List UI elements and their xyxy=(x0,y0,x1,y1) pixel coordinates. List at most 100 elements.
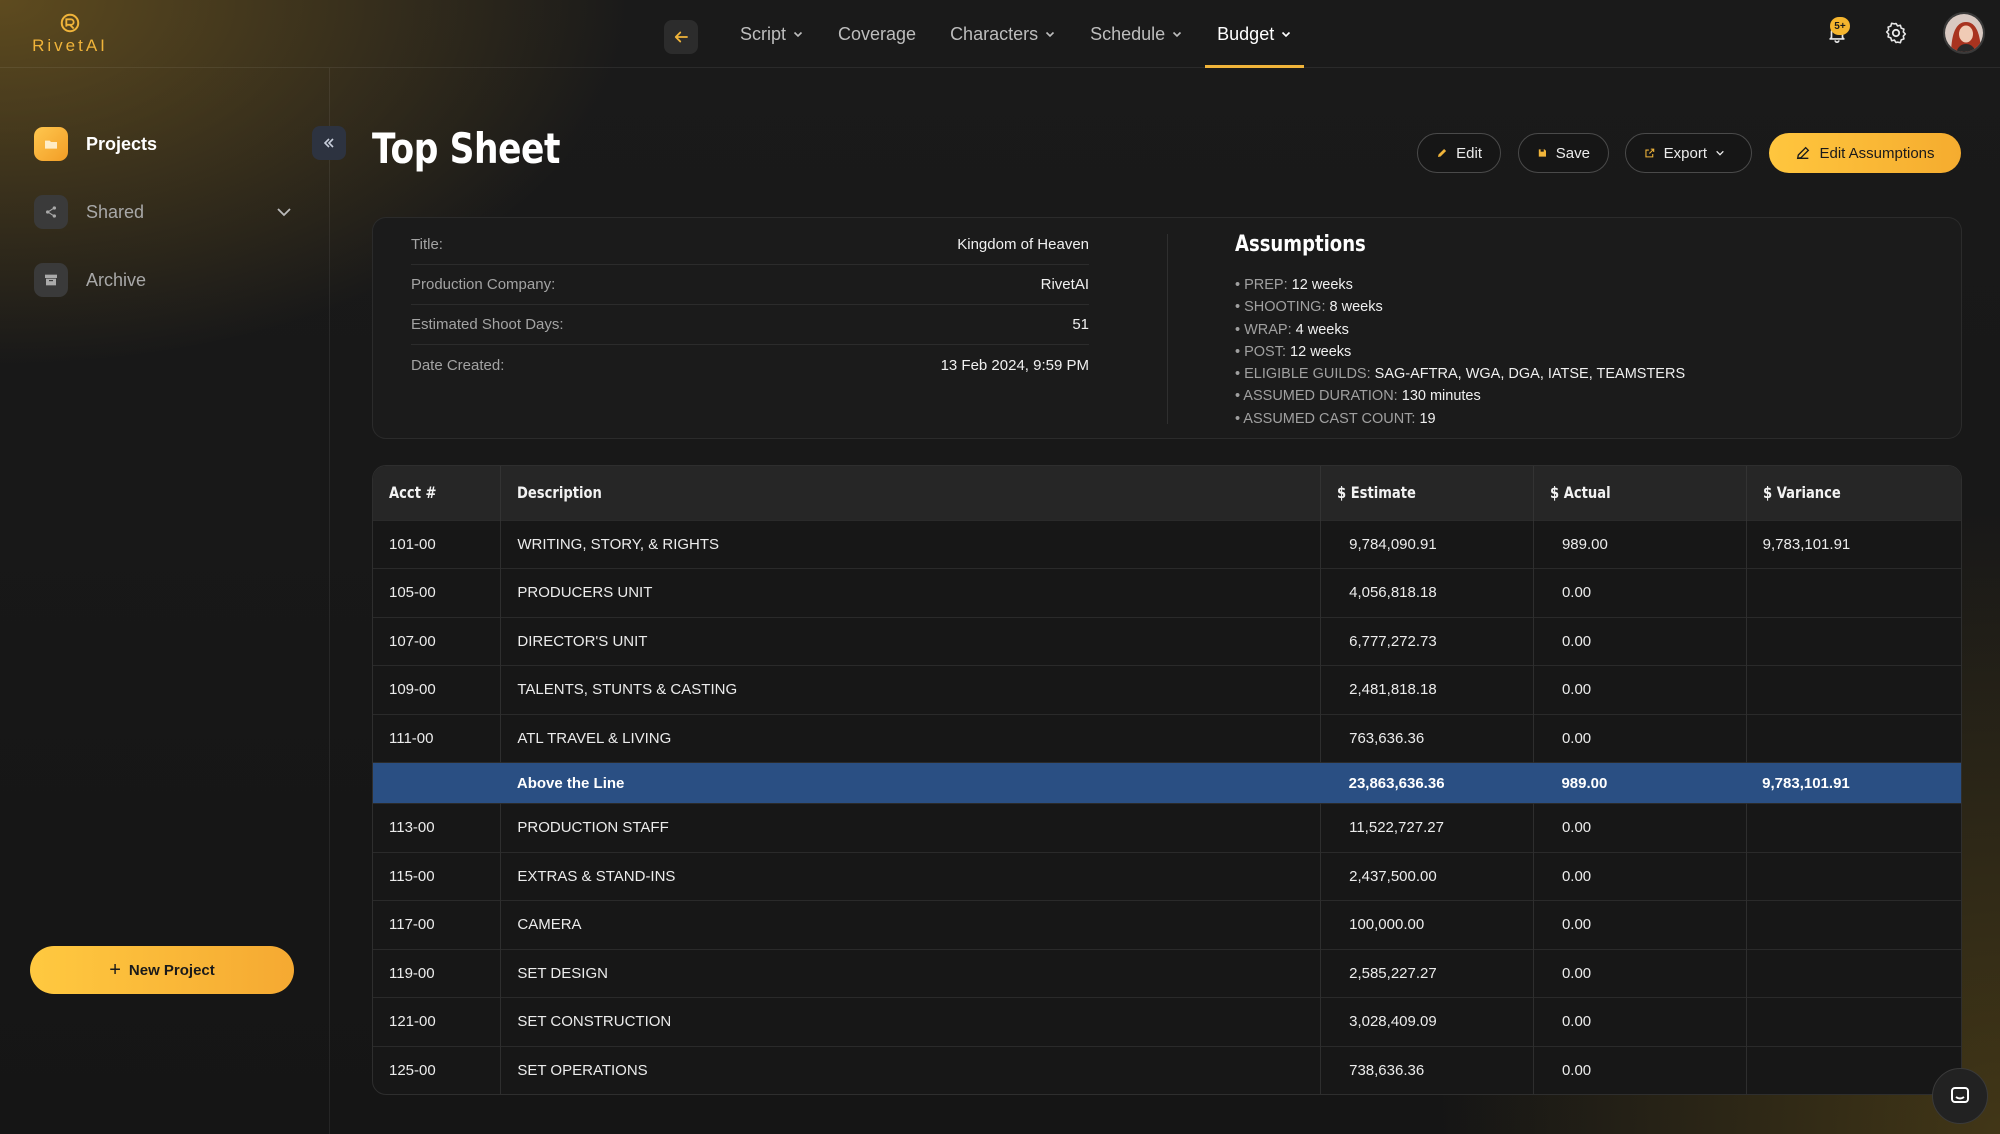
edit-assumptions-button[interactable]: Edit Assumptions xyxy=(1769,133,1961,173)
back-button[interactable] xyxy=(664,20,698,54)
estimate-cell: 9,784,090.91 xyxy=(1320,519,1534,569)
table-row[interactable]: 117-00 CAMERA 100,000.00 0.00 xyxy=(373,900,1961,949)
estimate-cell: 2,437,500.00 xyxy=(1320,851,1534,901)
budget-top-sheet-table: Acct # Description $ Estimate $ Actual $… xyxy=(372,465,1962,1095)
pencil-icon xyxy=(1797,146,1810,160)
actual-cell: 0.00 xyxy=(1533,616,1747,666)
double-chevron-left-icon xyxy=(323,138,334,148)
table-row[interactable]: 105-00 PRODUCERS UNIT 4,056,818.18 0.00 xyxy=(373,568,1961,617)
description-cell: Above the Line xyxy=(500,762,1321,804)
user-avatar[interactable] xyxy=(1943,12,1985,54)
assumption-value: 12 weeks xyxy=(1291,277,1353,293)
meta-row-shoot-days: Estimated Shoot Days: 51 xyxy=(411,305,1089,345)
rivetai-logo[interactable]: RivetAI xyxy=(30,12,110,56)
sidebar-item-projects[interactable]: Projects xyxy=(34,126,157,162)
export-icon xyxy=(1645,148,1655,158)
pencil-icon xyxy=(1438,148,1447,158)
table-row[interactable]: 111-00 ATL TRAVEL & LIVING 763,636.36 0.00 xyxy=(373,713,1961,763)
acct-cell: 119-00 xyxy=(373,948,502,998)
table-row[interactable]: 115-00 EXTRAS & STAND-INS 2,437,500.00 0.00 xyxy=(373,851,1961,901)
description-cell: DIRECTOR'S UNIT xyxy=(500,616,1322,666)
assumption-key: • ELIGIBLE GUILDS: xyxy=(1235,366,1371,383)
table-row[interactable]: 125-00 SET OPERATIONS 738,636.36 0.00 xyxy=(373,1045,1961,1094)
support-chat-button[interactable] xyxy=(1932,1068,1988,1124)
description-cell: EXTRAS & STAND-INS xyxy=(500,851,1322,901)
chevron-down-icon xyxy=(1173,31,1182,38)
description-cell: SET DESIGN xyxy=(500,948,1322,998)
description-cell: WRITING, STORY, & RIGHTS xyxy=(500,519,1322,569)
variance-cell xyxy=(1746,616,1961,666)
table-row[interactable]: 121-00 SET CONSTRUCTION 3,028,409.09 0.00 xyxy=(373,997,1961,1046)
table-row[interactable]: 119-00 SET DESIGN 2,585,227.27 0.00 xyxy=(373,948,1961,998)
column-header-acct[interactable]: Acct # xyxy=(373,466,502,520)
variance-cell xyxy=(1746,851,1961,901)
meta-label: Production Company: xyxy=(411,276,556,293)
sidebar-item-shared[interactable]: Shared xyxy=(34,194,292,230)
estimate-cell: 100,000.00 xyxy=(1320,900,1534,949)
actual-cell: 0.00 xyxy=(1533,665,1747,714)
column-header-actual[interactable]: $ Actual xyxy=(1533,466,1747,520)
estimate-cell: 6,777,272.73 xyxy=(1320,616,1534,666)
description-cell: ATL TRAVEL & LIVING xyxy=(500,713,1322,763)
actual-cell: 0.00 xyxy=(1533,997,1747,1046)
nav-characters-label: Characters xyxy=(950,23,1039,44)
variance-cell xyxy=(1746,568,1961,617)
assumption-value: 130 minutes xyxy=(1401,388,1481,405)
variance-cell: 9,783,101.91 xyxy=(1746,762,1961,804)
sidebar-item-archive[interactable]: Archive xyxy=(34,262,146,298)
meta-label: Title: xyxy=(411,236,443,253)
assumption-key: • WRAP: xyxy=(1235,321,1292,338)
acct-cell: 125-00 xyxy=(373,1045,502,1094)
nav-coverage[interactable]: Coverage xyxy=(826,0,928,68)
nav-characters[interactable]: Characters xyxy=(938,0,1068,68)
nav-schedule[interactable]: Schedule xyxy=(1078,0,1195,68)
export-dropdown[interactable]: Export xyxy=(1625,133,1752,173)
table-row[interactable]: 107-00 DIRECTOR'S UNIT 6,777,272.73 0.00 xyxy=(373,616,1961,666)
table-row[interactable]: 101-00 WRITING, STORY, & RIGHTS 9,784,090.… xyxy=(373,519,1961,569)
edit-button-label: Edit xyxy=(1456,144,1482,162)
share-icon xyxy=(34,195,68,229)
assumption-item: • SHOOTING: 8 weeks xyxy=(1235,296,1685,318)
settings-button[interactable] xyxy=(1881,18,1911,48)
variance-cell xyxy=(1746,803,1961,852)
collapse-sidebar-button[interactable] xyxy=(312,126,346,160)
variance-cell xyxy=(1746,948,1961,998)
folder-icon xyxy=(34,127,68,161)
subtotal-row[interactable]: Above the Line 23,863,636.36 989.00 9,783,1… xyxy=(373,762,1961,804)
acct-cell: 107-00 xyxy=(373,616,502,666)
sidebar-item-label: Shared xyxy=(86,201,145,222)
variance-cell xyxy=(1746,997,1961,1046)
arrow-left-icon xyxy=(674,31,688,43)
acct-cell: 121-00 xyxy=(373,997,502,1046)
edit-button[interactable]: Edit xyxy=(1417,133,1501,173)
header-label: Acct # xyxy=(389,483,437,503)
column-header-description[interactable]: Description xyxy=(500,466,1322,520)
column-header-estimate[interactable]: $ Estimate xyxy=(1320,466,1534,520)
brand-name: RivetAI xyxy=(32,36,108,55)
estimate-cell: 23,863,636.36 xyxy=(1320,762,1534,804)
table-row[interactable]: 113-00 PRODUCTION STAFF 11,522,727.27 0.00 xyxy=(373,803,1961,852)
acct-cell: 113-00 xyxy=(373,803,502,852)
nav-coverage-label: Coverage xyxy=(838,23,917,44)
chevron-down-icon[interactable] xyxy=(276,205,292,219)
meta-value: 51 xyxy=(1072,316,1089,333)
column-header-variance[interactable]: $ Variance xyxy=(1746,466,1961,520)
save-button[interactable]: Save xyxy=(1518,133,1609,173)
actual-cell: 0.00 xyxy=(1533,568,1747,617)
chevron-down-icon xyxy=(1282,31,1291,38)
nav-script[interactable]: Script xyxy=(728,0,816,68)
header-label: $ Variance xyxy=(1762,483,1841,503)
estimate-cell: 738,636.36 xyxy=(1320,1045,1534,1094)
meta-value: RivetAI xyxy=(1040,276,1089,293)
description-cell: SET CONSTRUCTION xyxy=(500,997,1322,1046)
user-avatar-icon xyxy=(1945,14,1983,52)
sidebar-item-label: Projects xyxy=(86,133,158,154)
assumptions-title: Assumptions xyxy=(1235,232,1366,257)
header-label: $ Actual xyxy=(1549,483,1611,503)
table-row[interactable]: 109-00 TALENTS, STUNTS & CASTING 2,481,818… xyxy=(373,665,1961,714)
new-project-button[interactable]: + New Project xyxy=(30,946,294,994)
assumption-item: • ELIGIBLE GUILDS: SAG-AFTRA, WGA, DGA, … xyxy=(1235,363,1685,385)
assumption-key: • ASSUMED CAST COUNT: xyxy=(1235,410,1416,427)
nav-budget[interactable]: Budget xyxy=(1205,0,1305,68)
meta-row-date-created: Date Created: 13 Feb 2024, 9:59 PM xyxy=(411,345,1089,385)
